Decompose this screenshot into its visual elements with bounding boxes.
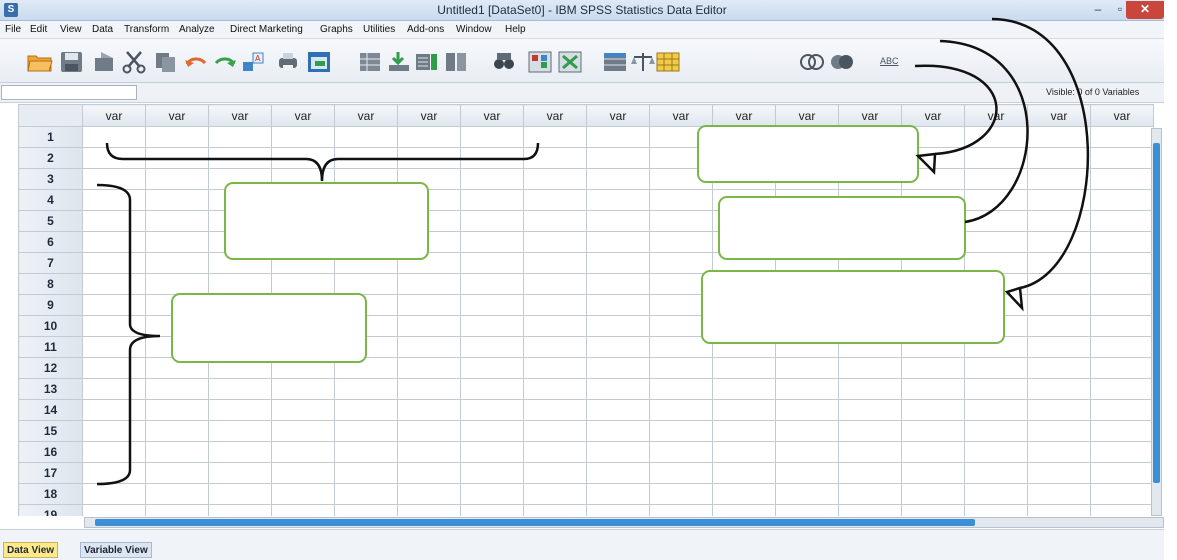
title-bar-arrow (991, 17, 1089, 290)
spss-data-editor-screenshot: S Untitled1 [DataSet0] - IBM SPSS Statis… (0, 0, 1177, 560)
title-bar-arrowhead (1004, 286, 1024, 312)
annotation-overlay (96, 17, 1089, 486)
toolbar-arrowhead (915, 152, 937, 175)
rows-brace (96, 183, 161, 486)
columns-brace (105, 142, 540, 182)
toolbar-arrow (914, 64, 998, 156)
